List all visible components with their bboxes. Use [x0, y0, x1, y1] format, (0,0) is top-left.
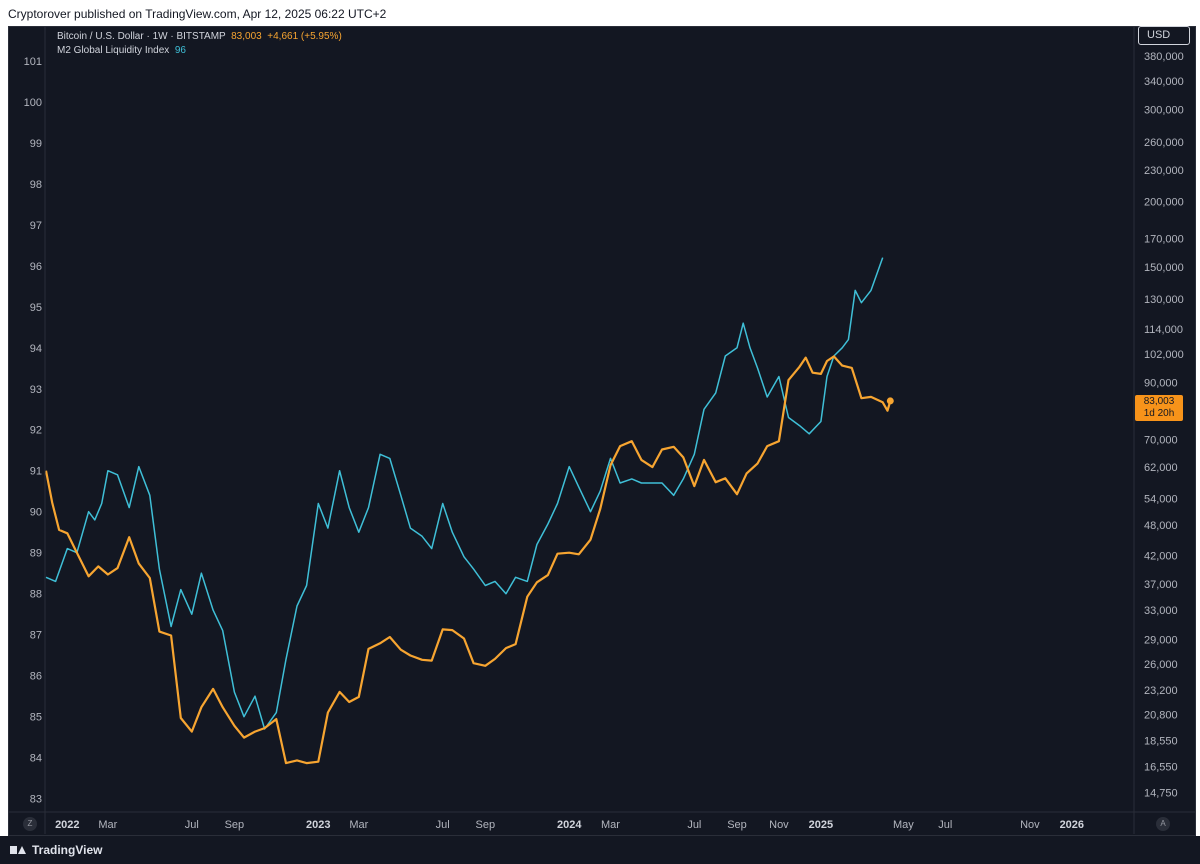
btc-price-line: [44, 355, 892, 765]
btc-last-point: [886, 397, 894, 405]
right-tick-label: 48,000: [1144, 520, 1178, 532]
bar-countdown: 1d 20h: [1143, 408, 1175, 419]
right-tick-label: 230,000: [1144, 165, 1184, 177]
series-lines: [44, 257, 894, 765]
time-tick-label: Sep: [476, 819, 496, 831]
left-tick-label: 99: [30, 138, 42, 150]
legend-btc-value: 83,003: [231, 31, 262, 42]
right-tick-label: 62,000: [1144, 462, 1178, 474]
auto-scale-button[interactable]: A: [1156, 817, 1170, 831]
left-tick-label: 87: [30, 630, 42, 642]
right-tick-label: 29,000: [1144, 634, 1178, 646]
time-tick-label: Mar: [601, 819, 620, 831]
left-tick-label: 101: [24, 56, 42, 68]
right-tick-label: 37,000: [1144, 579, 1178, 591]
legend-btc-label: Bitcoin / U.S. Dollar · 1W · BITSTAMP: [57, 31, 226, 42]
last-price-tag: 83,003 1d 20h: [1135, 395, 1183, 421]
right-tick-label: 130,000: [1144, 294, 1184, 306]
legend: Bitcoin / U.S. Dollar · 1W · BITSTAMP 83…: [57, 30, 342, 58]
time-tick-label: 2022: [55, 819, 79, 831]
legend-m2[interactable]: M2 Global Liquidity Index 96: [57, 44, 342, 58]
time-tick-label: Sep: [225, 819, 245, 831]
brand-name: TradingView: [32, 843, 103, 857]
time-tick-label: May: [893, 819, 914, 831]
time-tick-label: Jul: [185, 819, 199, 831]
right-tick-label: 150,000: [1144, 262, 1184, 274]
left-tick-label: 94: [30, 343, 42, 355]
left-tick-label: 84: [30, 753, 42, 765]
legend-btc-change: +4,661 (+5.95%): [267, 31, 342, 42]
right-tick-label: 42,000: [1144, 550, 1178, 562]
time-tick-label: Sep: [727, 819, 747, 831]
time-axis-ticks: 2022 Mar Jul Sep 2023 Mar Jul Sep 2024 Mar Jul Sep N…: [55, 819, 1084, 831]
left-tick-label: 91: [30, 466, 42, 478]
time-tick-label: 2026: [1060, 819, 1084, 831]
time-tick-label: 2024: [557, 819, 582, 831]
left-tick-label: 95: [30, 302, 42, 314]
time-tick-label: Mar: [98, 819, 117, 831]
time-tick-label: Jul: [436, 819, 450, 831]
left-tick-label: 100: [24, 97, 42, 109]
right-tick-label: 260,000: [1144, 137, 1184, 149]
tradingview-logo-icon: [10, 844, 26, 856]
right-tick-label: 170,000: [1144, 233, 1184, 245]
left-tick-label: 83: [30, 794, 42, 806]
left-tick-label: 92: [30, 425, 42, 437]
right-tick-label: 18,550: [1144, 736, 1178, 748]
right-tick-label: 16,550: [1144, 761, 1178, 773]
right-tick-label: 200,000: [1144, 197, 1184, 209]
time-tick-label: Nov: [769, 819, 789, 831]
right-tick-label: 20,800: [1144, 710, 1178, 722]
left-tick-label: 98: [30, 179, 42, 191]
right-tick-label: 300,000: [1144, 105, 1184, 117]
right-tick-label: 102,000: [1144, 349, 1184, 361]
zoom-button[interactable]: Z: [23, 817, 37, 831]
footer-bar: [0, 836, 1200, 864]
right-tick-label: 114,000: [1144, 324, 1183, 336]
time-tick-label: Jul: [938, 819, 952, 831]
time-tick-label: 2025: [809, 819, 833, 831]
left-tick-label: 93: [30, 384, 42, 396]
left-tick-label: 96: [30, 261, 42, 273]
right-tick-label: 90,000: [1144, 378, 1178, 390]
right-tick-label: 23,200: [1144, 685, 1178, 697]
right-tick-label: 33,000: [1144, 605, 1178, 617]
right-tick-label: 54,000: [1144, 493, 1178, 505]
chart-svg[interactable]: 83 84 85 86 87 88 89 90 91 92 93 94 95 96 97 98 99 100 101…: [0, 0, 1200, 864]
right-tick-label: 340,000: [1144, 76, 1184, 88]
left-tick-label: 90: [30, 507, 42, 519]
right-tick-label: 380,000: [1144, 51, 1184, 63]
left-axis-ticks: 83 84 85 86 87 88 89 90 91 92 93 94 95 96 97 98 99 100 101: [24, 56, 42, 806]
right-tick-label: 70,000: [1144, 435, 1178, 447]
time-tick-label: 2023: [306, 819, 330, 831]
left-tick-label: 86: [30, 671, 42, 683]
time-tick-label: Mar: [349, 819, 368, 831]
time-tick-label: Jul: [687, 819, 701, 831]
legend-btc[interactable]: Bitcoin / U.S. Dollar · 1W · BITSTAMP 83…: [57, 30, 342, 44]
right-tick-label: 26,000: [1144, 659, 1178, 671]
left-tick-label: 85: [30, 712, 42, 724]
last-price-value: 83,003: [1143, 396, 1175, 407]
left-tick-label: 89: [30, 548, 42, 560]
left-tick-label: 88: [30, 589, 42, 601]
legend-m2-label: M2 Global Liquidity Index: [57, 45, 170, 56]
m2-liquidity-line: [45, 257, 884, 730]
legend-m2-value: 96: [174, 45, 186, 56]
time-tick-label: Nov: [1020, 819, 1040, 831]
currency-button[interactable]: USD: [1138, 26, 1190, 45]
right-axis-ticks: 14,750 16,550 18,550 20,800 23,200 26,000 29,0…: [1144, 51, 1184, 800]
right-tick-label: 14,750: [1144, 788, 1178, 800]
tradingview-brand[interactable]: TradingView: [10, 843, 102, 857]
left-tick-label: 97: [30, 220, 42, 232]
